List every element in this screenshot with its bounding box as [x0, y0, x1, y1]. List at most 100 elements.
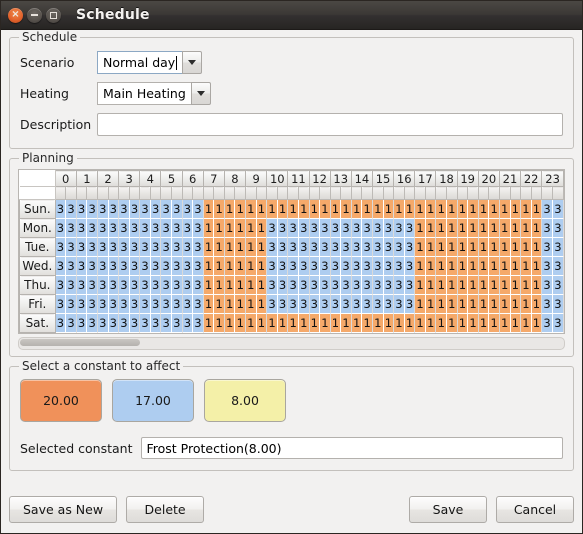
schedule-slot[interactable]: 3 [383, 294, 395, 314]
schedule-slot[interactable]: 3 [97, 256, 109, 276]
schedule-slot[interactable]: 1 [224, 313, 236, 333]
schedule-slot[interactable]: 1 [435, 218, 448, 238]
schedule-slot[interactable]: 3 [552, 199, 564, 219]
maximize-window-button[interactable] [46, 7, 61, 23]
schedule-slot[interactable]: 3 [383, 218, 395, 238]
schedule-slot[interactable]: 3 [118, 313, 130, 333]
hour-header-10[interactable]: 10 [266, 170, 289, 187]
schedule-slot[interactable]: 3 [393, 218, 405, 238]
halfhour-header-cell[interactable] [372, 186, 384, 200]
schedule-slot[interactable]: 1 [256, 256, 268, 276]
schedule-slot[interactable]: 1 [256, 199, 268, 219]
schedule-slot[interactable]: 1 [435, 256, 448, 276]
halfhour-header-cell[interactable] [424, 186, 437, 200]
schedule-slot[interactable]: 1 [383, 199, 395, 219]
schedule-slot[interactable]: 3 [182, 294, 194, 314]
schedule-slot[interactable]: 1 [245, 237, 257, 257]
schedule-slot[interactable]: 3 [139, 313, 151, 333]
schedule-slot[interactable]: 3 [309, 256, 321, 276]
schedule-slot[interactable]: 3 [65, 256, 77, 276]
scrollbar-thumb[interactable] [20, 339, 140, 346]
schedule-slot[interactable]: 1 [414, 237, 426, 257]
schedule-slot[interactable]: 3 [108, 256, 120, 276]
schedule-slot[interactable]: 1 [203, 218, 215, 238]
constant-button-20.00[interactable]: 20.00 [20, 379, 102, 422]
schedule-slot[interactable]: 3 [160, 218, 172, 238]
schedule-slot[interactable]: 1 [277, 313, 289, 333]
hour-header-5[interactable]: 5 [160, 170, 183, 187]
schedule-slot[interactable]: 3 [266, 237, 278, 257]
schedule-slot[interactable]: 3 [351, 294, 363, 314]
schedule-slot[interactable]: 1 [234, 313, 247, 333]
schedule-slot[interactable]: 1 [457, 275, 469, 295]
schedule-slot[interactable]: 1 [224, 294, 236, 314]
schedule-slot[interactable]: 3 [319, 237, 331, 257]
halfhour-header-cell[interactable] [245, 186, 257, 200]
hour-header-19[interactable]: 19 [456, 170, 479, 187]
save-as-new-button[interactable]: Save as New [9, 496, 118, 523]
schedule-slot[interactable]: 3 [129, 294, 141, 314]
schedule-slot[interactable]: 1 [467, 237, 479, 257]
schedule-slot[interactable]: 1 [425, 275, 437, 295]
schedule-slot[interactable]: 3 [361, 237, 373, 257]
scenario-combobox-arrow[interactable] [182, 51, 203, 74]
schedule-slot[interactable]: 3 [541, 199, 553, 219]
schedule-slot[interactable]: 3 [171, 275, 183, 295]
halfhour-header-cell[interactable] [86, 186, 98, 200]
schedule-slot[interactable]: 3 [108, 313, 120, 333]
schedule-slot[interactable]: 1 [520, 294, 532, 314]
schedule-slot[interactable]: 1 [256, 294, 268, 314]
schedule-slot[interactable]: 3 [97, 218, 109, 238]
hour-header-8[interactable]: 8 [223, 170, 247, 187]
schedule-slot[interactable]: 3 [319, 256, 331, 276]
schedule-slot[interactable]: 3 [55, 199, 67, 219]
schedule-slot[interactable]: 3 [404, 256, 416, 276]
hour-header-16[interactable]: 16 [393, 170, 416, 187]
halfhour-header-cell[interactable] [149, 186, 162, 200]
schedule-slot[interactable]: 1 [467, 199, 479, 219]
schedule-slot[interactable]: 1 [340, 313, 352, 333]
halfhour-header-cell[interactable] [287, 186, 299, 200]
schedule-slot[interactable]: 1 [499, 256, 511, 276]
schedule-slot[interactable]: 3 [277, 294, 289, 314]
halfhour-header-cell[interactable] [530, 186, 543, 200]
schedule-slot[interactable]: 3 [65, 294, 77, 314]
schedule-slot[interactable]: 3 [76, 218, 88, 238]
schedule-slot[interactable]: 1 [404, 199, 416, 219]
schedule-slot[interactable]: 3 [129, 256, 141, 276]
schedule-slot[interactable]: 3 [129, 275, 141, 295]
halfhour-header-cell[interactable] [223, 186, 236, 200]
schedule-slot[interactable]: 3 [192, 275, 204, 295]
schedule-slot[interactable]: 3 [65, 313, 77, 333]
schedule-slot[interactable]: 3 [372, 237, 384, 257]
halfhour-header-cell[interactable] [202, 186, 215, 200]
schedule-slot[interactable]: 1 [213, 237, 225, 257]
schedule-slot[interactable]: 3 [86, 294, 98, 314]
schedule-slot[interactable]: 3 [277, 237, 289, 257]
schedule-slot[interactable]: 1 [478, 256, 490, 276]
schedule-slot[interactable]: 3 [552, 294, 564, 314]
schedule-slot[interactable]: 3 [351, 218, 363, 238]
schedule-slot[interactable]: 3 [192, 199, 204, 219]
schedule-slot[interactable]: 1 [361, 199, 373, 219]
schedule-slot[interactable]: 1 [446, 313, 458, 333]
schedule-slot[interactable]: 3 [404, 237, 416, 257]
halfhour-header-cell[interactable] [456, 186, 469, 200]
schedule-slot[interactable]: 1 [319, 313, 331, 333]
schedule-slot[interactable]: 1 [467, 294, 479, 314]
schedule-slot[interactable]: 3 [287, 275, 299, 295]
hour-header-17[interactable]: 17 [414, 170, 437, 187]
schedule-slot[interactable]: 3 [383, 237, 395, 257]
delete-button[interactable]: Delete [126, 496, 205, 523]
schedule-slot[interactable]: 3 [182, 237, 194, 257]
schedule-slot[interactable]: 1 [467, 275, 479, 295]
schedule-slot[interactable]: 3 [192, 218, 204, 238]
halfhour-header-cell[interactable] [75, 186, 88, 200]
scenario-combobox[interactable]: Normal day [97, 51, 203, 74]
schedule-slot[interactable]: 3 [97, 275, 109, 295]
schedule-slot[interactable]: 3 [118, 294, 130, 314]
schedule-slot[interactable]: 3 [65, 275, 77, 295]
schedule-slot[interactable]: 3 [266, 256, 278, 276]
hour-header-2[interactable]: 2 [96, 170, 120, 187]
schedule-slot[interactable]: 3 [351, 237, 363, 257]
